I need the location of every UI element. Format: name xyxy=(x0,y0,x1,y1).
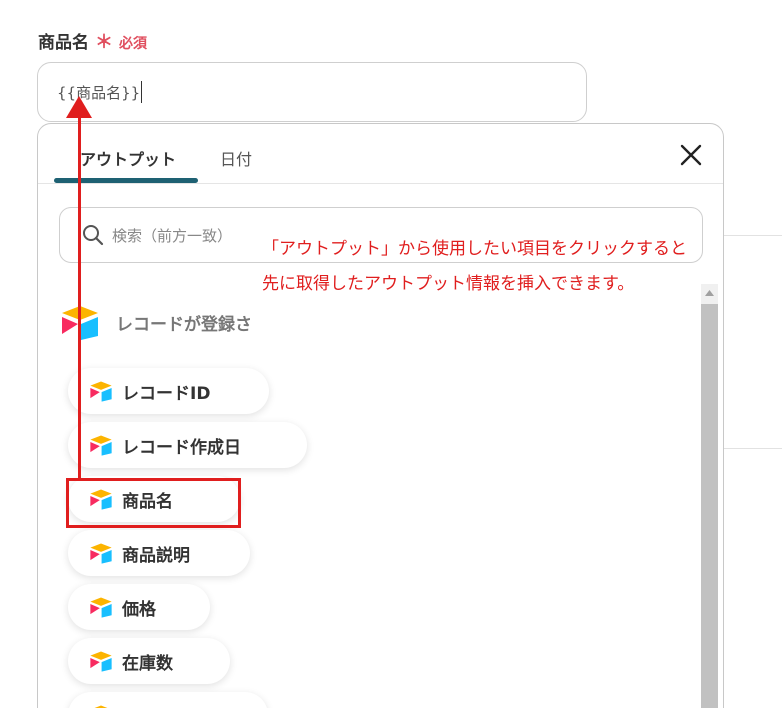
output-item-chip[interactable]: レコードID xyxy=(68,368,269,414)
output-item-label: 商品説明 xyxy=(122,545,190,566)
tab-output[interactable]: アウトプット xyxy=(80,146,176,170)
airtable-logo-icon xyxy=(90,543,112,564)
airtable-logo-icon xyxy=(90,435,112,456)
background-divider xyxy=(724,448,782,449)
output-item-chip[interactable]: 商品説明 xyxy=(68,530,250,576)
output-item-label: レコード作成日 xyxy=(122,437,241,458)
scrollbar-thumb[interactable] xyxy=(701,304,718,708)
airtable-logo-icon xyxy=(90,381,112,402)
background-divider xyxy=(724,235,782,236)
field-label: 商品名 ＊ 必須 xyxy=(38,28,147,54)
text-caret xyxy=(141,81,143,103)
output-item-chip[interactable]: レコード作成日 xyxy=(68,422,307,468)
product-name-input[interactable]: {{商品名}} xyxy=(37,62,587,122)
active-tab-indicator xyxy=(54,178,198,183)
required-mark: ＊ xyxy=(95,32,113,53)
annotation-line-1: 「アウトプット」から使用したい項目をクリックすると xyxy=(262,239,687,259)
annotation-line-2: 先に取得したアウトプット情報を挿入できます。 xyxy=(262,274,635,294)
output-item-label: レコードID xyxy=(122,383,211,404)
output-item-chip[interactable] xyxy=(68,692,268,708)
group-title: レコードが登録さ xyxy=(116,314,252,335)
output-item-chip[interactable]: 在庫数 xyxy=(68,638,230,684)
airtable-logo-icon xyxy=(94,705,108,708)
search-placeholder: 検索（前方一致） xyxy=(112,226,233,245)
required-text: 必須 xyxy=(119,36,147,52)
field-name: 商品名 xyxy=(38,33,89,53)
annotation-text: 「アウトプット」から使用したい項目をクリックすると 先に取得したアウトプット情報… xyxy=(262,232,687,302)
annotation-highlight-box xyxy=(66,478,241,528)
annotation-arrow-line xyxy=(78,108,81,480)
output-group-header[interactable]: レコードが登録さ xyxy=(58,304,252,340)
annotation-arrow-head xyxy=(66,96,92,118)
group-title-fade xyxy=(258,304,318,346)
scroll-up-arrow-icon[interactable] xyxy=(701,284,718,301)
airtable-logo-icon xyxy=(90,651,112,672)
search-icon xyxy=(83,225,104,246)
airtable-logo-icon xyxy=(90,597,112,618)
output-item-label: 価格 xyxy=(122,599,156,620)
output-item-chip[interactable]: 価格 xyxy=(68,584,210,630)
tab-date[interactable]: 日付 xyxy=(220,146,252,170)
output-picker-popup: アウトプット 日付 検索（前方一致） レコードが登録さ レコードID レコード作成… xyxy=(37,123,724,708)
output-item-label: 在庫数 xyxy=(122,653,173,674)
tab-bar: アウトプット 日付 xyxy=(38,124,723,184)
close-icon[interactable] xyxy=(679,143,703,167)
scrollbar[interactable] xyxy=(701,284,718,708)
